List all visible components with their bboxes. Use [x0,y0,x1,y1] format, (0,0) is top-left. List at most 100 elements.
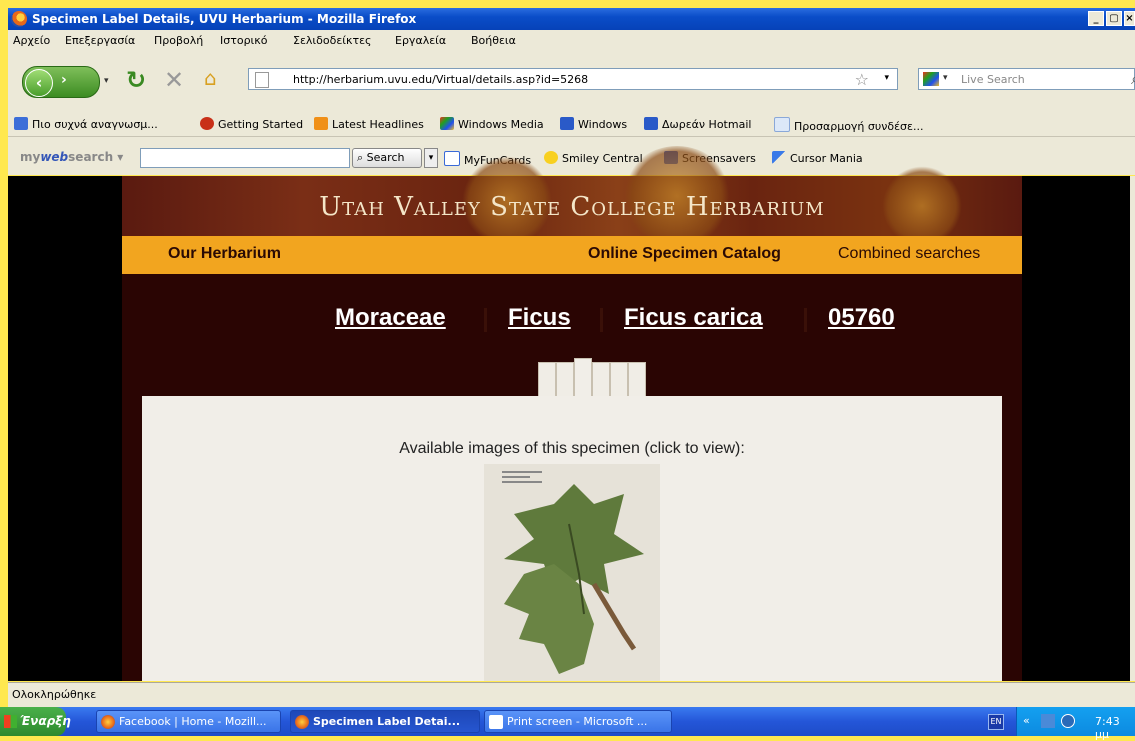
nav-combined-searches[interactable]: Combined searches [838,245,980,263]
start-button[interactable]: Έναρξη [0,707,71,736]
show-hidden-icons[interactable]: « [1023,714,1030,727]
bookmark-windows-media[interactable]: Windows Media [440,117,544,131]
menu-file[interactable]: Αρχείο [13,34,50,47]
bookmark-most-visited[interactable]: Πιο συχνά αναγνωσμ... [14,117,158,131]
status-text: Ολοκληρώθηκε [12,688,97,701]
back-forward-group: ‹ › [22,66,100,98]
language-indicator[interactable]: EN [988,714,1004,730]
page-icon [774,117,790,132]
url-bar[interactable]: http://herbarium.uvu.edu/Virtual/details… [248,68,898,90]
breadcrumb-divider [804,308,807,332]
site-nav-bar: Our Herbarium Online Specimen Catalog Co… [122,236,1022,274]
link-cursor-mania[interactable]: Cursor Mania [772,151,863,165]
msn-icon [644,117,658,130]
link-smiley-central[interactable]: Smiley Central [544,151,643,165]
reload-icon[interactable]: ↻ [126,66,146,94]
page-viewport: Utah Valley State College Herbarium Our … [8,146,1135,681]
windows-logo-icon [4,715,17,728]
menu-tools[interactable]: Εργαλεία [395,34,446,47]
word-icon [489,715,503,729]
tab[interactable] [538,362,556,398]
msn-icon [560,117,574,130]
rss-icon [314,117,328,130]
bookmark-star-icon[interactable]: ☆ [855,70,869,89]
system-tray: « 7:43 μμ [1016,707,1135,741]
forward-icon[interactable]: › [61,72,67,88]
mywebsearch-logo[interactable]: mywebsearch ▾ [20,150,123,164]
breadcrumb-family[interactable]: Moraceae [335,304,446,332]
search-placeholder: Live Search [961,73,1025,86]
bookmark-latest-headlines[interactable]: Latest Headlines [314,117,424,131]
tab-active[interactable] [574,358,592,398]
firefox-icon [101,715,115,729]
breadcrumb-genus[interactable]: Ficus [508,304,571,332]
menu-help[interactable]: Βοήθεια [471,34,516,47]
url-text: http://herbarium.uvu.edu/Virtual/details… [293,73,589,86]
breadcrumb-divider [484,308,487,332]
search-icon[interactable]: ⌕ [1131,69,1135,89]
network-icon[interactable] [1041,714,1055,728]
firefox-icon [295,715,309,729]
nav-online-catalog[interactable]: Online Specimen Catalog [588,245,781,263]
mywebsearch-input[interactable] [140,148,350,168]
specimen-panel: Available images of this specimen (click… [142,396,1002,681]
windows-taskbar: Έναρξη Facebook | Home - Mozill... Speci… [0,707,1135,741]
menu-edit[interactable]: Επεξεργασία [65,34,135,47]
history-dropdown-icon[interactable]: ▾ [104,76,109,86]
menu-bookmarks[interactable]: Σελιδοδείκτες [293,34,372,47]
available-images-text: Available images of this specimen (click… [399,440,745,457]
tab[interactable] [592,362,610,398]
site-banner: Utah Valley State College Herbarium [122,146,1022,246]
menu-view[interactable]: Προβολή [154,34,203,47]
search-bar[interactable]: ▾ Live Search ⌕ [918,68,1135,90]
menu-bar: Αρχείο Επεξεργασία Προβολή Ιστορικό Σελι… [8,30,1135,52]
cursor-icon [772,151,786,164]
fig-leaf-icon [504,484,644,674]
taskbar-button-specimen[interactable]: Specimen Label Detai... [290,710,480,733]
taskbar-button-facebook[interactable]: Facebook | Home - Mozill... [96,710,281,733]
maximize-button[interactable]: ▢ [1106,11,1122,26]
mywebsearch-dropdown-icon[interactable]: ▾ [424,148,438,168]
window-title: Specimen Label Details, UVU Herbarium - … [32,12,417,26]
taskbar-button-word[interactable]: Print screen - Microsoft ... [484,710,672,733]
clock[interactable]: 7:43 μμ [1095,715,1135,741]
status-bar: Ολοκληρώθηκε [8,682,1135,707]
menu-history[interactable]: Ιστορικό [220,34,268,47]
page-icon [255,72,269,88]
site-title: Utah Valley State College Herbarium [319,192,825,222]
tab[interactable] [628,362,646,398]
navigation-toolbar: ‹ › ▾ ↻ ✕ ⌂ http://herbarium.uvu.edu/Vir… [8,52,1135,112]
nav-our-herbarium[interactable]: Our Herbarium [168,245,281,263]
herbarium-site: Utah Valley State College Herbarium Our … [122,146,1022,681]
bookmark-hotmail[interactable]: Δωρεάν Hotmail [644,117,751,131]
firefox-icon [200,117,214,130]
home-icon[interactable]: ⌂ [204,66,217,90]
window-titlebar: Specimen Label Details, UVU Herbarium - … [8,8,1135,30]
bookmarks-toolbar: Πιο συχνά αναγνωσμ... Getting Started La… [8,112,1135,137]
update-icon[interactable] [1061,714,1075,728]
vertical-scrollbar[interactable] [1130,176,1135,681]
stop-icon[interactable]: ✕ [164,66,184,94]
mywebsearch-search-button[interactable]: ⌕ Search [352,148,422,168]
url-dropdown-icon[interactable]: ▾ [884,73,889,83]
search-engine-icon[interactable] [923,72,939,86]
engine-dropdown-icon[interactable]: ▾ [943,73,948,83]
search-icon: ⌕ [357,151,364,164]
breadcrumb-catalog-number[interactable]: 05760 [828,304,895,332]
close-button[interactable]: × [1124,11,1135,26]
smiley-icon [544,151,558,164]
windows-icon [440,117,454,130]
card-icon [444,151,460,166]
bookmark-getting-started[interactable]: Getting Started [200,117,303,131]
specimen-image-thumbnail[interactable] [484,464,660,681]
firefox-icon [11,11,27,27]
tab[interactable] [610,362,628,398]
bookmark-windows[interactable]: Windows [560,117,627,131]
minimize-button[interactable]: _ [1088,11,1104,26]
back-icon[interactable]: ‹ [25,69,53,97]
bookmark-icon [14,117,28,130]
mywebsearch-toolbar: mywebsearch ▾ ⌕ Search ▾ MyFunCards Smil… [8,137,1135,175]
breadcrumb-species[interactable]: Ficus carica [624,304,763,332]
bookmark-customize-links[interactable]: Προσαρμογή συνδέσε... [774,117,923,133]
tab[interactable] [556,362,574,398]
